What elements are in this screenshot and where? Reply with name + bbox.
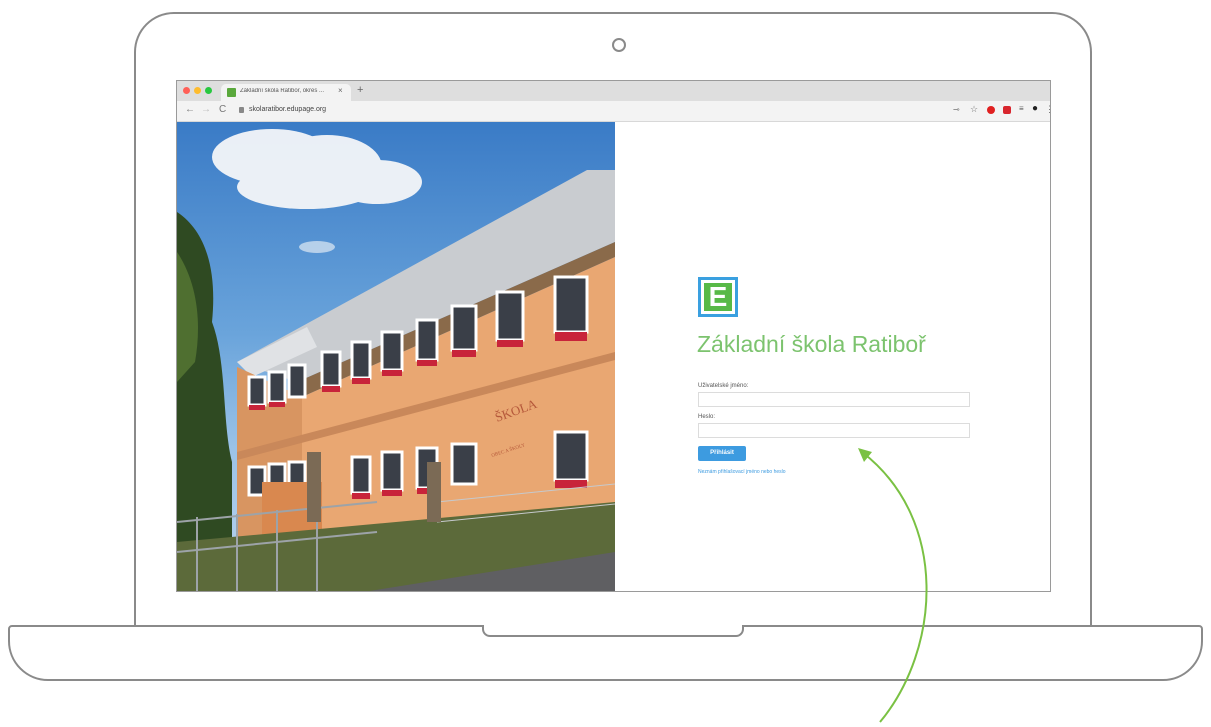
annotation-arrow [858,448,928,723]
